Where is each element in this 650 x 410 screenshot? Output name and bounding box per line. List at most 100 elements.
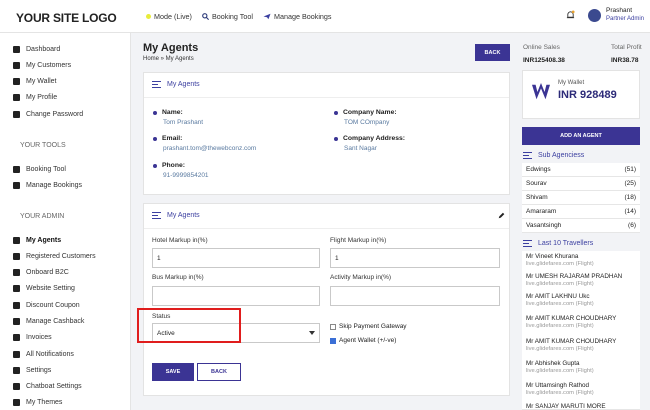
sidebar-item-website-setting[interactable]: Website Setting [13, 283, 75, 293]
skip-payment-checkbox[interactable]: Skip Payment Gateway [330, 323, 407, 330]
sidebar-item-invoices[interactable]: Invoices [13, 332, 52, 342]
address-value: Sant Nagar [344, 145, 377, 152]
sidebar-item-manage-cashback[interactable]: Manage Cashback [13, 316, 84, 326]
plane-icon [263, 13, 271, 20]
sidebar-item-manage-bookings[interactable]: Manage Bookings [13, 180, 82, 190]
company-label: Company Name: [343, 109, 397, 116]
search-icon [202, 13, 209, 20]
wallet-label: My Wallet [558, 80, 585, 86]
invoice-icon [13, 333, 20, 341]
agent-details-heading: My Agents [152, 81, 200, 89]
user-role: Partner Admin [606, 16, 645, 22]
sub-agencies-heading: Sub Agenciess [523, 152, 584, 160]
mode-toggle[interactable]: Mode (Live) [146, 12, 192, 21]
site-logo[interactable]: YOUR SITE LOGO [16, 11, 117, 25]
sidebar-item-my-wallet[interactable]: My Wallet [13, 76, 56, 86]
nav-booking-tool[interactable]: Booking Tool [202, 12, 253, 21]
chevron-down-icon [309, 331, 315, 335]
admin-heading: YOUR ADMIN [20, 213, 65, 220]
tag-icon [13, 301, 20, 309]
search-icon [13, 165, 20, 173]
sidebar-item-all-notifications[interactable]: All Notifications [13, 349, 74, 359]
flight-markup-label: Flight Markup in(%) [330, 237, 387, 244]
name-label: Name: [162, 109, 183, 116]
sidebar-item-dashboard[interactable]: Dashboard [13, 44, 60, 54]
name-value: Tom Prashant [163, 119, 204, 126]
list-item[interactable]: Amararam (14) [522, 205, 640, 219]
breadcrumb[interactable]: Home » My Agents [143, 56, 194, 62]
sidebar-item-registered-customers[interactable]: Registered Customers [13, 251, 96, 261]
bus-markup-label: Bus Markup in(%) [152, 274, 204, 281]
back-button[interactable]: BACK [197, 363, 241, 381]
total-profit-label: Total Profit [611, 44, 642, 51]
sidebar-item-booking-tool[interactable]: Booking Tool [13, 164, 66, 174]
add-agent-button[interactable]: ADD AN AGENT [522, 127, 640, 145]
flight-markup-input[interactable]: 1 [330, 248, 500, 268]
user-avatar[interactable] [588, 9, 601, 22]
checkbox-checked-icon [330, 337, 336, 344]
theme-icon [13, 398, 20, 406]
dashboard-icon [13, 45, 20, 53]
sidebar-item-my-agents[interactable]: My Agents [13, 235, 61, 245]
bus-markup-input[interactable] [152, 286, 320, 306]
table-row[interactable]: Mr AMIT KUMAR CHOUDHARY live.glidefares.c… [522, 336, 640, 360]
hotel-markup-label: Hotel Markup in(%) [152, 237, 208, 244]
status-highlight-box [137, 308, 241, 343]
list-item[interactable]: Shivam (18) [522, 191, 640, 205]
chat-icon [13, 382, 20, 390]
list-icon [152, 81, 161, 89]
agent-wallet-checkbox[interactable]: Agent Wallet (+/-ve) [330, 337, 396, 344]
activity-markup-input[interactable] [330, 286, 500, 306]
checkbox-unchecked-icon [330, 323, 336, 330]
address-label: Company Address: [343, 135, 406, 142]
online-sales-value: INR125408.38 [523, 57, 565, 64]
list-item[interactable]: Edwings (51) [522, 163, 640, 177]
wallet-logo-icon [532, 83, 550, 100]
lock-icon [13, 110, 20, 118]
tools-heading: YOUR TOOLS [20, 142, 66, 149]
nav-manage-bookings[interactable]: Manage Bookings [263, 12, 332, 21]
agent-details-card: My Agents Name: Tom Prashant Company Nam… [143, 72, 510, 195]
markup-form-heading: My Agents [152, 212, 200, 220]
email-value: prashant.tom@thewebconz.com [163, 145, 257, 152]
bullet-icon [334, 137, 338, 141]
list-item[interactable]: Sourav (25) [522, 177, 640, 191]
sidebar-item-my-themes[interactable]: My Themes [13, 397, 62, 407]
table-row[interactable]: Mr SANJAY MARUTI MORE [522, 402, 640, 410]
table-row[interactable]: Mr Abhishek Gupta live.glidefares.com (Fl… [522, 358, 640, 382]
phone-value: 91-9999854201 [163, 172, 209, 179]
page-title: My Agents [143, 42, 199, 54]
users-icon [13, 236, 20, 244]
gears-icon [13, 284, 20, 292]
list-item[interactable]: Vasantsingh (6) [522, 219, 640, 233]
wallet-card[interactable]: My Wallet INR 928489 [522, 70, 640, 119]
profile-icon [13, 93, 20, 101]
hotel-markup-input[interactable]: 1 [152, 248, 320, 268]
sidebar-item-chatboat-settings[interactable]: Chatboat Settings [13, 381, 82, 391]
activity-markup-label: Activity Markup in(%) [330, 274, 392, 281]
bell-icon[interactable] [566, 10, 575, 20]
sidebar-item-my-profile[interactable]: My Profile [13, 92, 57, 102]
bullet-icon [334, 111, 338, 115]
list-icon [523, 152, 532, 160]
back-button-top[interactable]: BACK [475, 44, 510, 61]
bullet-icon [153, 164, 157, 168]
sidebar-item-discount-coupon[interactable]: Discount Coupon [13, 300, 80, 310]
wallet-icon [13, 77, 20, 85]
sidebar-item-change-password[interactable]: Change Password [13, 109, 83, 119]
edit-icon[interactable] [498, 212, 505, 219]
sidebar-item-settings[interactable]: Settings [13, 365, 51, 375]
bullet-icon [153, 137, 157, 141]
wallet-amount: INR 928489 [558, 89, 617, 101]
sidebar-item-my-customers[interactable]: My Customers [13, 60, 71, 70]
user-name[interactable]: Prashant [606, 7, 632, 14]
table-row[interactable]: Mr AMIT LAKHNU Ukc live.glidefares.com (F… [522, 291, 640, 315]
table-row[interactable]: Mr Uttamsingh Rathod live.glidefares.com … [522, 380, 640, 404]
sidebar-item-onboard-b2c[interactable]: Onboard B2C [13, 267, 69, 277]
gear-icon [13, 366, 20, 374]
sidebar: Dashboard My Customers My Wallet My Prof… [0, 33, 131, 410]
save-button[interactable]: SAVE [152, 363, 194, 381]
table-row[interactable]: Mr AMIT KUMAR CHOUDHARY live.glidefares.c… [522, 313, 640, 337]
top-bar: YOUR SITE LOGO Mode (Live) Booking Tool … [0, 0, 650, 33]
plane-icon [13, 181, 20, 189]
